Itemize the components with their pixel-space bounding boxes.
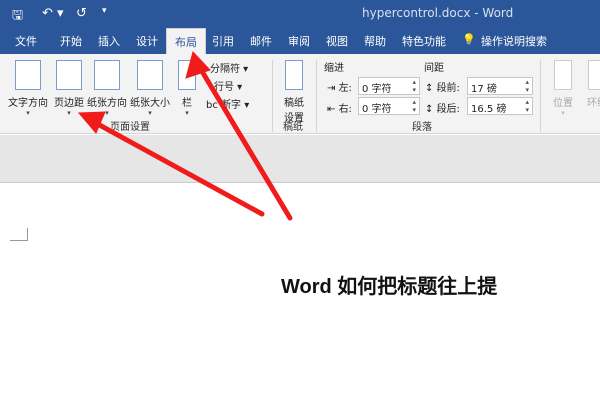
label: 纸张大小 bbox=[130, 98, 170, 109]
margin-corner-mark bbox=[10, 228, 28, 241]
page-setup-group-label: 页面设置 bbox=[110, 122, 150, 133]
label: 断字 bbox=[221, 100, 242, 111]
indent-right-label: ⇤ 右: bbox=[327, 104, 352, 115]
ribbon-tabs: 文件 开始 插入 设计 布局 引用 邮件 审阅 视图 帮助 特色功能 💡 操作说… bbox=[0, 28, 600, 54]
manuscript-group-label: 稿纸 bbox=[283, 122, 303, 133]
save-icon[interactable]: 🖫 bbox=[12, 6, 23, 28]
window-title: hypercontrol.docx - Word bbox=[362, 6, 514, 20]
label: 环绕 bbox=[587, 98, 600, 109]
divider bbox=[272, 60, 273, 132]
label: 段后: bbox=[436, 104, 460, 115]
label: 纸张方向 bbox=[87, 98, 127, 109]
tab-file[interactable]: 文件 bbox=[15, 33, 37, 49]
undo-icon[interactable]: ↶ ▾ bbox=[42, 6, 64, 21]
spacing-after-input[interactable]: 16.5 磅 ▴ ▾ bbox=[467, 97, 533, 115]
tab-special[interactable]: 特色功能 bbox=[402, 33, 446, 49]
label: 段前: bbox=[436, 83, 460, 94]
spacing-label: 间距 bbox=[424, 63, 444, 74]
lightbulb-icon: 💡 bbox=[462, 33, 476, 46]
columns-icon bbox=[178, 60, 196, 90]
tab-view[interactable]: 视图 bbox=[326, 33, 348, 49]
label: 行号 bbox=[214, 82, 234, 93]
margins-button[interactable]: 页边距 ▾ bbox=[52, 60, 86, 117]
tab-design[interactable]: 设计 bbox=[136, 33, 158, 49]
spacing-before-label: ↕ 段前: bbox=[425, 83, 460, 94]
label: 右: bbox=[338, 104, 352, 115]
label: 文字方向 bbox=[8, 98, 48, 109]
spinner[interactable]: ▴ ▾ bbox=[412, 78, 416, 94]
indent-left-label: ⇥ 左: bbox=[327, 83, 352, 94]
ruler-area bbox=[0, 135, 600, 183]
manuscript-settings-button[interactable]: 稿纸 设置 bbox=[278, 60, 310, 124]
orientation-button[interactable]: 纸张方向 ▾ bbox=[86, 60, 128, 117]
spacing-before-input[interactable]: 17 磅 ▴ ▾ bbox=[467, 77, 533, 95]
size-icon bbox=[137, 60, 163, 90]
tab-home[interactable]: 开始 bbox=[60, 33, 82, 49]
customize-dropdown-icon[interactable]: ▾ bbox=[102, 6, 107, 16]
margins-icon bbox=[56, 60, 82, 90]
tab-references[interactable]: 引用 bbox=[212, 33, 234, 49]
columns-button[interactable]: 栏 ▾ bbox=[176, 60, 198, 117]
tab-mailings[interactable]: 邮件 bbox=[250, 33, 272, 49]
orientation-icon bbox=[94, 60, 120, 90]
ribbon: 文字方向 ▾ 页边距 ▾ 纸张方向 ▾ 纸张大小 ▾ 栏 ▾ 分隔符 ▾ 行号 ▾ bc … bbox=[0, 54, 600, 134]
tab-insert[interactable]: 插入 bbox=[98, 33, 120, 49]
label: 分隔符 bbox=[210, 64, 240, 75]
title-bar: 🖫 ↶ ▾ ↺ ▾ hypercontrol.docx - Word bbox=[0, 0, 600, 28]
wrap-icon bbox=[588, 60, 600, 90]
label: 页边距 bbox=[54, 98, 84, 109]
paragraph-group-label: 段落 bbox=[412, 122, 432, 133]
line-numbers-button[interactable]: 行号 ▾ bbox=[214, 78, 242, 93]
label: 位置 bbox=[553, 98, 573, 109]
tab-review[interactable]: 审阅 bbox=[288, 33, 310, 49]
value: 17 磅 bbox=[471, 84, 497, 95]
tell-me-search[interactable]: 操作说明搜索 bbox=[481, 33, 547, 49]
value: 0 字符 bbox=[362, 84, 392, 95]
breaks-button[interactable]: 分隔符 ▾ bbox=[210, 60, 248, 75]
tab-help[interactable]: 帮助 bbox=[364, 33, 386, 49]
divider bbox=[540, 60, 541, 132]
indent-label: 缩进 bbox=[324, 63, 344, 74]
value: 16.5 磅 bbox=[471, 104, 507, 115]
document-heading[interactable]: Word 如何把标题往上提 bbox=[281, 270, 497, 299]
size-button[interactable]: 纸张大小 ▾ bbox=[129, 60, 171, 117]
spinner[interactable]: ▴ ▾ bbox=[525, 98, 529, 114]
indent-left-input[interactable]: 0 字符 ▴ ▾ bbox=[358, 77, 420, 95]
spacing-after-label: ↕ 段后: bbox=[425, 104, 460, 115]
redo-icon[interactable]: ↺ bbox=[76, 6, 87, 21]
text-direction-button[interactable]: 文字方向 ▾ bbox=[8, 60, 48, 117]
value: 0 字符 bbox=[362, 104, 392, 115]
label: 稿纸 bbox=[284, 98, 304, 109]
divider bbox=[316, 60, 317, 132]
text-direction-icon bbox=[15, 60, 41, 90]
position-button[interactable]: 位置 ▾ bbox=[548, 60, 578, 117]
manuscript-icon bbox=[285, 60, 303, 90]
label: 左: bbox=[338, 83, 352, 94]
wrap-text-button[interactable]: 环绕 bbox=[582, 60, 600, 109]
label: 栏 bbox=[182, 98, 192, 109]
tab-layout[interactable]: 布局 bbox=[166, 28, 206, 54]
position-icon bbox=[554, 60, 572, 90]
spinner[interactable]: ▴ ▾ bbox=[525, 78, 529, 94]
indent-right-input[interactable]: 0 字符 ▴ ▾ bbox=[358, 97, 420, 115]
hyphenation-button[interactable]: bc 断字 ▾ bbox=[206, 96, 249, 111]
spinner[interactable]: ▴ ▾ bbox=[412, 98, 416, 114]
